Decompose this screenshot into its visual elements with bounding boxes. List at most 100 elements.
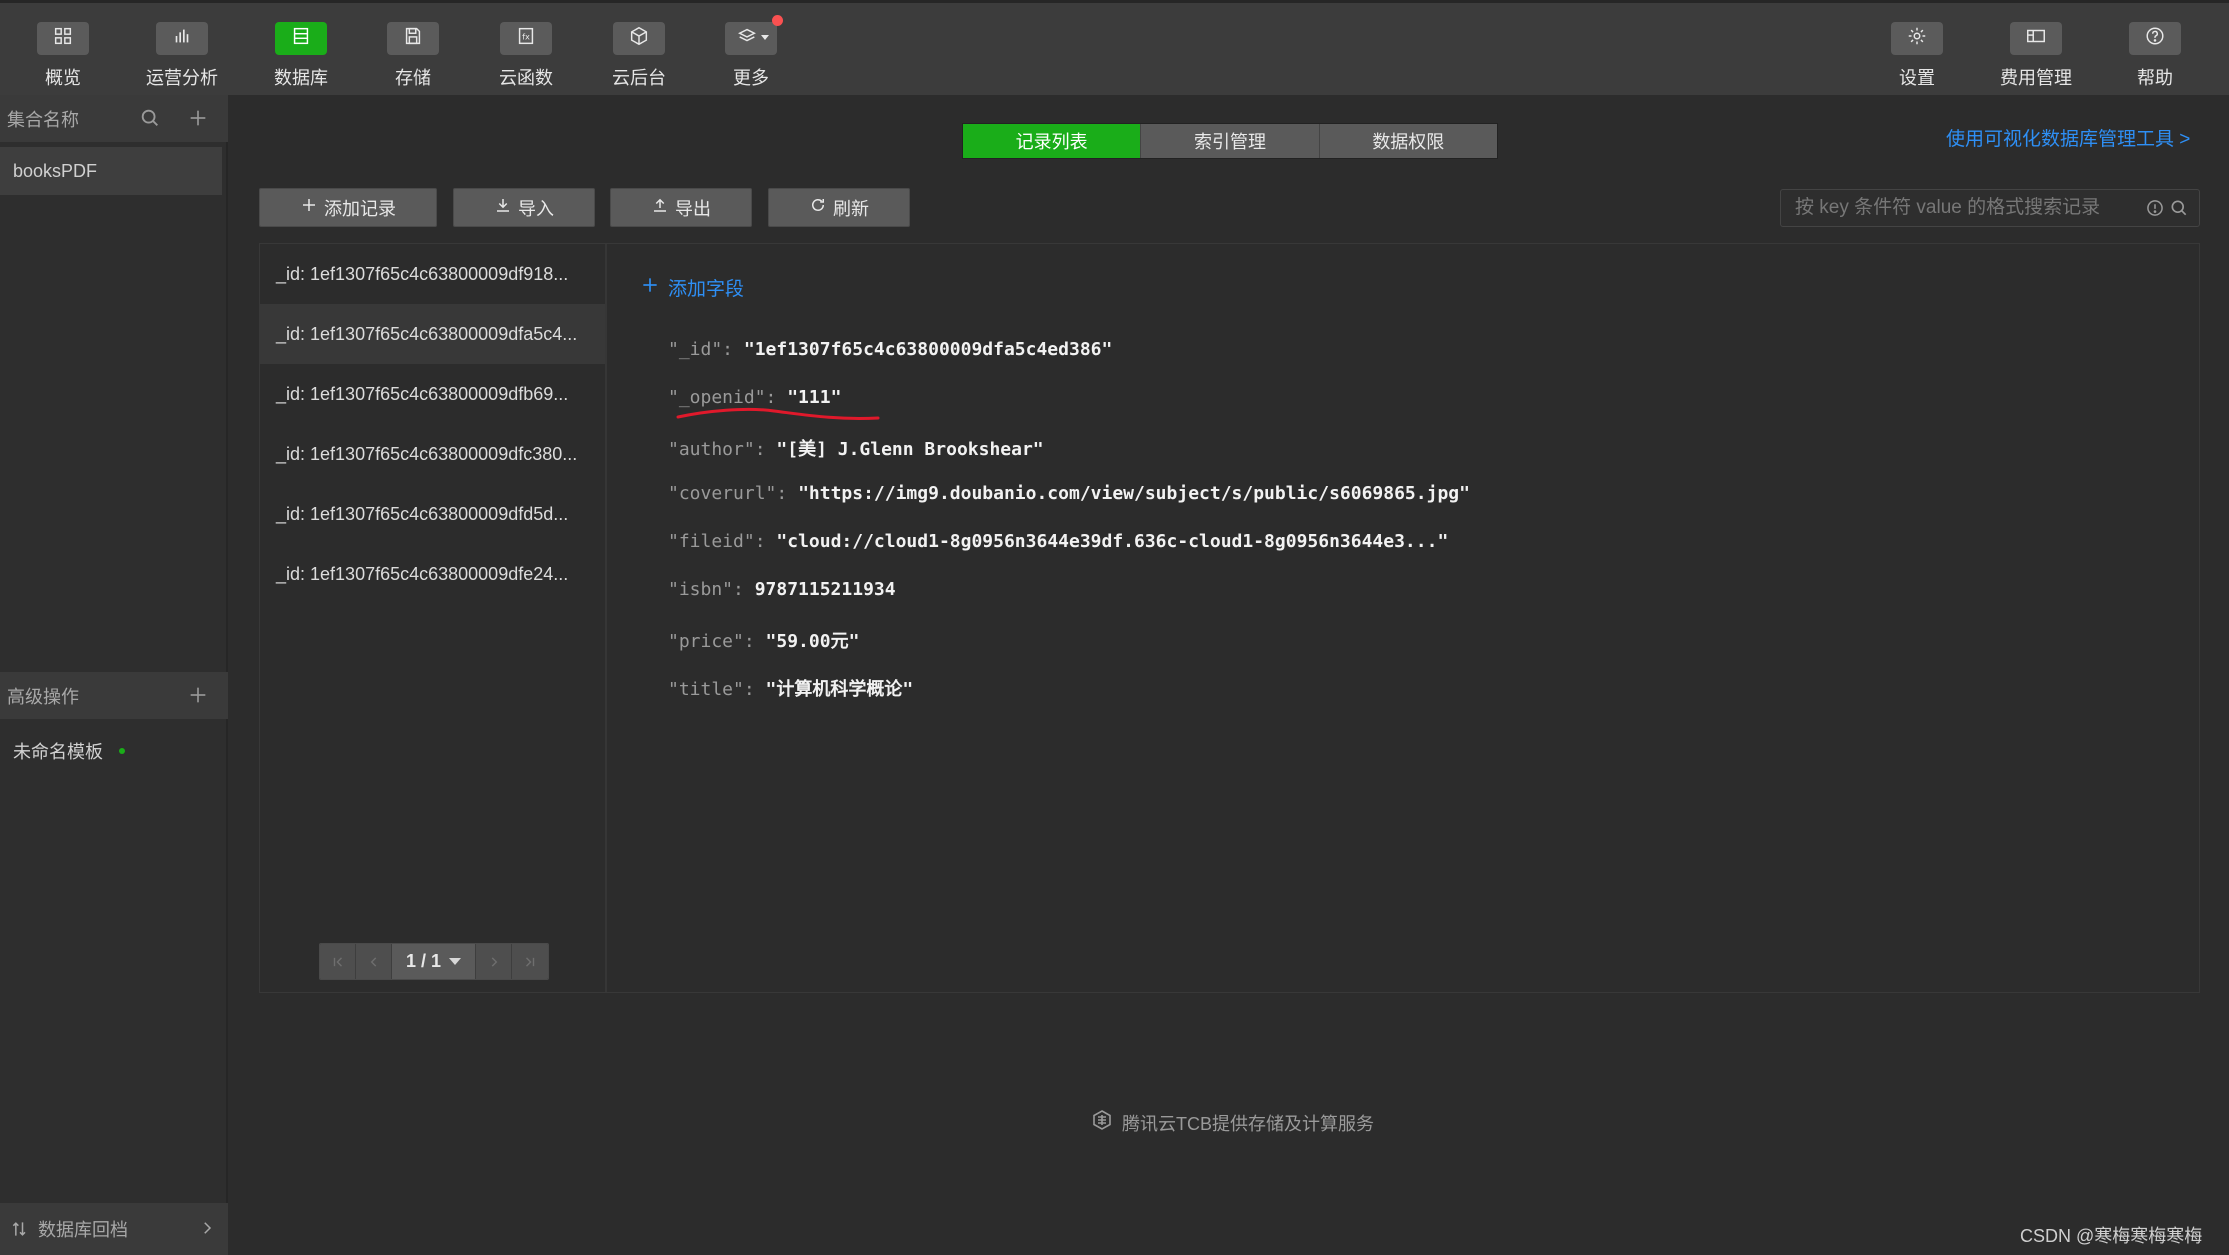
footer-brand-label: 腾讯云TCB提供存储及计算服务 <box>1122 1113 1374 1134</box>
toolbar-settings[interactable]: 设置 <box>1869 22 1965 94</box>
record-search-box <box>1780 189 2200 227</box>
record-item[interactable]: _id: 1ef1307f65c4c63800009dfe24... <box>260 544 605 604</box>
toolbar-label: 费用管理 <box>2000 68 2072 88</box>
search-icon[interactable] <box>2169 198 2189 218</box>
layers-icon <box>738 25 758 52</box>
last-page-button[interactable] <box>512 944 548 979</box>
field-row-fileid[interactable]: "fileid": "cloud://cloud1-8g0956n3644e39… <box>668 531 1448 552</box>
chevron-right-icon <box>198 1219 216 1242</box>
import-label: 导入 <box>518 198 554 219</box>
tab-data-permissions[interactable]: 数据权限 <box>1319 124 1497 158</box>
toolbar-billing[interactable]: 费用管理 <box>1988 22 2084 94</box>
add-record-button[interactable]: 添加记录 <box>259 188 437 227</box>
prev-page-button[interactable] <box>356 944 392 979</box>
field-row-coverurl[interactable]: "coverurl": "https://img9.doubanio.com/v… <box>668 483 1470 504</box>
toolbar-label: 更多 <box>733 68 769 88</box>
record-list: _id: 1ef1307f65c4c63800009df918... _id: … <box>260 244 607 992</box>
chevron-down-icon <box>761 35 769 40</box>
cloud-function-icon: fx <box>515 25 537 52</box>
field-key: "author": <box>668 439 766 460</box>
field-value: "59.00元" <box>765 631 860 652</box>
collection-item-bookspdf[interactable]: booksPDF <box>0 147 222 195</box>
refresh-icon <box>809 196 827 219</box>
rollback-icon <box>10 1219 30 1239</box>
download-icon <box>494 196 512 219</box>
export-button[interactable]: 导出 <box>610 188 752 227</box>
toolbar-label: 云函数 <box>499 68 553 88</box>
export-label: 导出 <box>675 198 711 219</box>
red-underline-annotation <box>676 407 880 420</box>
field-key: "coverurl": <box>668 483 788 504</box>
billing-icon <box>2025 25 2047 52</box>
toolbar-cloud-backend[interactable]: 云后台 <box>591 22 687 94</box>
page-indicator: 1 / 1 <box>405 951 442 971</box>
tencent-cloud-icon <box>1090 1108 1114 1137</box>
tab-record-list[interactable]: 记录列表 <box>963 124 1142 158</box>
field-key: "price": <box>668 631 755 652</box>
footer-brand: 腾讯云TCB提供存储及计算服务 <box>1090 1108 1374 1137</box>
field-row-isbn[interactable]: "isbn": 9787115211934 <box>668 579 896 600</box>
record-item[interactable]: _id: 1ef1307f65c4c63800009dfb69... <box>260 364 605 424</box>
field-row-price[interactable]: "price": "59.00元" <box>668 627 859 653</box>
refresh-button[interactable]: 刷新 <box>768 188 910 227</box>
record-item[interactable]: _id: 1ef1307f65c4c63800009dfa5c4... <box>260 304 605 364</box>
collection-item-label: booksPDF <box>13 160 98 181</box>
import-button[interactable]: 导入 <box>453 188 595 227</box>
toolbar-label: 存储 <box>395 68 431 88</box>
record-item[interactable]: _id: 1ef1307f65c4c63800009dfd5d... <box>260 484 605 544</box>
toolbar-label: 帮助 <box>2137 68 2173 88</box>
visual-db-tool-link[interactable]: 使用可视化数据库管理工具 > <box>1946 124 2190 151</box>
advanced-header: 高级操作 <box>0 672 228 719</box>
add-record-label: 添加记录 <box>324 198 396 219</box>
first-page-button[interactable] <box>320 944 356 979</box>
notification-dot <box>772 15 783 26</box>
toolbar-database[interactable]: 数据库 <box>253 22 349 94</box>
toolbar-label: 设置 <box>1899 68 1935 88</box>
toolbar-label: 运营分析 <box>146 68 218 88</box>
page-selector[interactable]: 1 / 1 <box>392 944 476 979</box>
cloud-backend-icon <box>628 25 650 52</box>
toolbar-more[interactable]: 更多 <box>703 15 799 94</box>
field-row-title[interactable]: "title": "计算机科学概论" <box>668 675 913 701</box>
svg-text:fx: fx <box>522 32 530 42</box>
gear-icon <box>1906 25 1928 52</box>
field-key: "title": <box>668 679 755 700</box>
info-icon[interactable] <box>2145 198 2165 218</box>
status-dot <box>119 748 125 754</box>
record-item[interactable]: _id: 1ef1307f65c4c63800009dfc380... <box>260 424 605 484</box>
next-page-button[interactable] <box>476 944 512 979</box>
field-value: "计算机科学概论" <box>765 679 914 700</box>
storage-icon <box>402 25 424 52</box>
add-field-label: 添加字段 <box>668 279 745 300</box>
toolbar-overview[interactable]: 概览 <box>15 22 111 94</box>
refresh-label: 刷新 <box>833 198 869 219</box>
add-template-icon[interactable] <box>187 684 209 706</box>
toolbar-cloud-function[interactable]: fx 云函数 <box>478 22 574 94</box>
record-search-input[interactable] <box>1795 197 2135 219</box>
overview-icon <box>52 25 74 52</box>
record-item[interactable]: _id: 1ef1307f65c4c63800009df918... <box>260 244 605 304</box>
search-icon[interactable] <box>139 107 161 129</box>
database-rollback-button[interactable]: 数据库回档 <box>0 1203 228 1255</box>
field-row-author[interactable]: "author": "[美] J.Glenn Brookshear" <box>668 435 1044 461</box>
template-item[interactable]: 未命名模板 <box>13 738 125 764</box>
field-row-id[interactable]: "_id": "1ef1307f65c4c63800009dfa5c4ed386… <box>668 339 1112 360</box>
add-field-button[interactable]: 添加字段 <box>640 274 744 301</box>
collections-header-label: 集合名称 <box>7 109 79 130</box>
field-value: "[美] J.Glenn Brookshear" <box>776 439 1044 460</box>
toolbar-storage[interactable]: 存储 <box>365 22 461 94</box>
add-collection-icon[interactable] <box>187 107 209 129</box>
toolbar-help[interactable]: 帮助 <box>2107 22 2203 94</box>
csdn-watermark: CSDN @寒梅寒梅寒梅 <box>2020 1226 2203 1246</box>
toolbar-analytics[interactable]: 运营分析 <box>134 22 230 94</box>
rollback-label: 数据库回档 <box>38 1220 128 1240</box>
record-detail: 添加字段 "_id": "1ef1307f65c4c63800009dfa5c4… <box>609 244 2199 992</box>
view-tabs: 记录列表 索引管理 数据权限 <box>962 123 1498 159</box>
field-value: "https://img9.doubanio.com/view/subject/… <box>798 483 1470 504</box>
field-key: "fileid": <box>668 531 766 552</box>
field-value: "cloud://cloud1-8g0956n3644e39df.636c-cl… <box>776 531 1449 552</box>
top-toolbar: 概览 运营分析 数据库 存储 fx 云函数 云后台 更多 设置 费用管理 帮助 <box>0 0 2229 95</box>
field-value: "1ef1307f65c4c63800009dfa5c4ed386" <box>743 339 1113 360</box>
tab-index-management[interactable]: 索引管理 <box>1141 124 1320 158</box>
plus-icon <box>300 196 318 219</box>
